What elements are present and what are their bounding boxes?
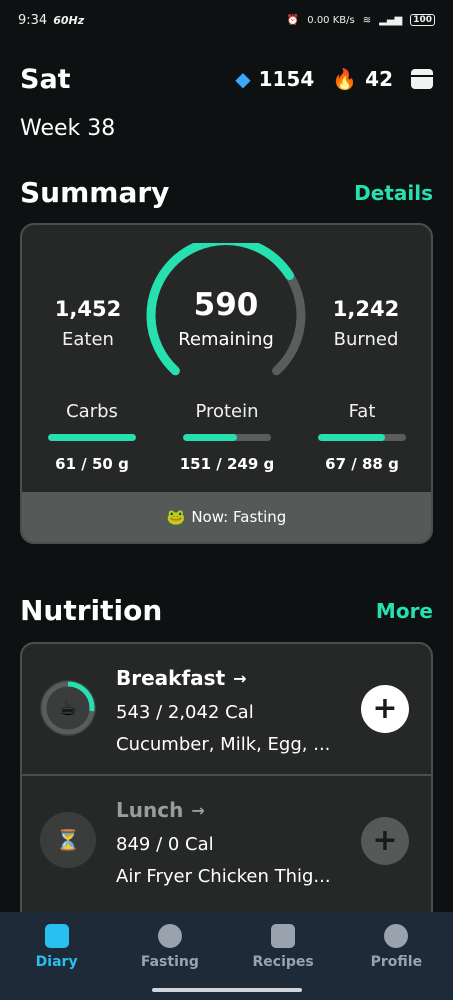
stopwatch-icon xyxy=(157,924,182,948)
nav-label: Recipes xyxy=(252,954,314,970)
remaining-stat: 590 Remaining xyxy=(146,287,306,350)
meal-title: Lunch → xyxy=(116,798,205,822)
macro-bar xyxy=(318,434,406,441)
signal-icon: ▂▄▆ xyxy=(379,14,403,26)
streak-count: 42 xyxy=(365,67,393,91)
hourglass-icon: ⏳ xyxy=(56,828,81,852)
add-breakfast-button[interactable]: + xyxy=(361,685,409,733)
macro-name: Protein xyxy=(195,401,259,422)
meal-calories: 543 / 2,042 Cal xyxy=(116,702,254,723)
profile-icon xyxy=(384,924,409,948)
fasting-status-text: Now: Fasting xyxy=(191,508,287,526)
macro-bar-fill xyxy=(318,434,385,441)
macro-value: 151 / 249 g xyxy=(179,455,275,473)
summary-header: Summary Details xyxy=(20,176,433,209)
nav-label: Profile xyxy=(370,954,423,970)
details-link[interactable]: Details xyxy=(354,181,433,205)
arrow-right-icon: → xyxy=(191,800,205,820)
week-label: Week 38 xyxy=(20,116,116,141)
battery-indicator: 100 xyxy=(410,14,435,26)
macro-bar-fill xyxy=(48,434,136,441)
meal-calories: 849 / 0 Cal xyxy=(116,834,214,855)
bottom-navigation: Diary Fasting Recipes Profile xyxy=(0,912,453,1000)
nav-label: Fasting xyxy=(140,954,199,970)
meal-breakfast[interactable]: ☕ Breakfast → 543 / 2,042 Cal Cucumber, … xyxy=(22,644,431,774)
chef-hat-icon xyxy=(271,924,296,948)
meal-progress-ring: ⏳ xyxy=(40,812,96,868)
summary-card[interactable]: 1,452 Eaten 590 Remaining 1,242 Burned C… xyxy=(20,223,433,544)
calendar-icon[interactable] xyxy=(411,69,433,89)
nutrition-card: ☕ Breakfast → 543 / 2,042 Cal Cucumber, … xyxy=(20,642,433,932)
remaining-value: 590 xyxy=(193,287,259,323)
more-link[interactable]: More xyxy=(376,599,433,623)
macro-bar xyxy=(183,434,271,441)
home-indicator xyxy=(152,988,302,992)
nutrition-title: Nutrition xyxy=(20,594,163,627)
nutrition-header: Nutrition More xyxy=(20,594,433,627)
plus-icon: + xyxy=(372,691,398,726)
flame-icon: 🔥 xyxy=(332,67,358,91)
status-bar: 9:34 60Hz ⏰ 0.00 KB/s ≋ ▂▄▆ 100 xyxy=(0,0,453,40)
meal-name: Breakfast xyxy=(116,666,226,690)
alarm-icon: ⏰ xyxy=(286,14,300,26)
meal-items: Cucumber, Milk, Egg, ... xyxy=(116,734,331,755)
burned-value: 1,242 xyxy=(332,297,400,321)
macro-fat: Fat 67 / 88 g xyxy=(312,401,412,473)
diary-icon xyxy=(44,924,69,948)
wifi-icon: ≋ xyxy=(362,14,372,26)
macro-value: 67 / 88 g xyxy=(325,455,399,473)
macro-name: Fat xyxy=(348,401,376,422)
nav-label: Diary xyxy=(35,954,78,970)
meal-lunch[interactable]: ⏳ Lunch → 849 / 0 Cal Air Fryer Chicken … xyxy=(22,774,431,906)
nav-diary[interactable]: Diary xyxy=(7,924,107,1000)
refresh-rate: 60Hz xyxy=(53,13,85,27)
macro-bar xyxy=(48,434,136,441)
app-header: Sat ◆ 1154 🔥 42 xyxy=(0,40,453,118)
burned-label: Burned xyxy=(333,329,399,350)
meal-items: Air Fryer Chicken Thig... xyxy=(116,866,331,887)
gems-counter[interactable]: ◆ 1154 xyxy=(235,67,314,91)
eaten-label: Eaten xyxy=(62,329,114,350)
summary-title: Summary xyxy=(20,176,170,209)
streak-counter[interactable]: 🔥 42 xyxy=(332,67,393,91)
network-speed: 0.00 KB/s xyxy=(307,14,355,26)
remaining-label: Remaining xyxy=(178,329,274,350)
day-title[interactable]: Sat xyxy=(20,64,71,95)
fasting-status-bar[interactable]: 🐸 Now: Fasting xyxy=(22,492,431,542)
frog-icon: 🐸 xyxy=(166,508,186,526)
add-lunch-button[interactable]: + xyxy=(361,817,409,865)
macro-value: 61 / 50 g xyxy=(55,455,129,473)
eaten-stat: 1,452 Eaten xyxy=(28,297,148,350)
macro-protein: Protein 151 / 249 g xyxy=(177,401,277,473)
meal-progress-ring: ☕ xyxy=(40,680,96,736)
macro-bar-fill xyxy=(183,434,237,441)
nav-profile[interactable]: Profile xyxy=(346,924,446,1000)
diamond-icon: ◆ xyxy=(235,67,251,91)
macro-name: Carbs xyxy=(66,401,118,422)
plus-icon: + xyxy=(372,823,398,858)
macro-carbs: Carbs 61 / 50 g xyxy=(42,401,142,473)
arrow-right-icon: → xyxy=(233,668,247,688)
eaten-value: 1,452 xyxy=(54,297,122,321)
coffee-icon: ☕ xyxy=(59,696,77,720)
meal-name: Lunch xyxy=(116,798,184,822)
status-time: 9:34 xyxy=(18,12,48,28)
burned-stat: 1,242 Burned xyxy=(306,297,426,350)
gems-count: 1154 xyxy=(258,67,315,91)
meal-title: Breakfast → xyxy=(116,666,247,690)
